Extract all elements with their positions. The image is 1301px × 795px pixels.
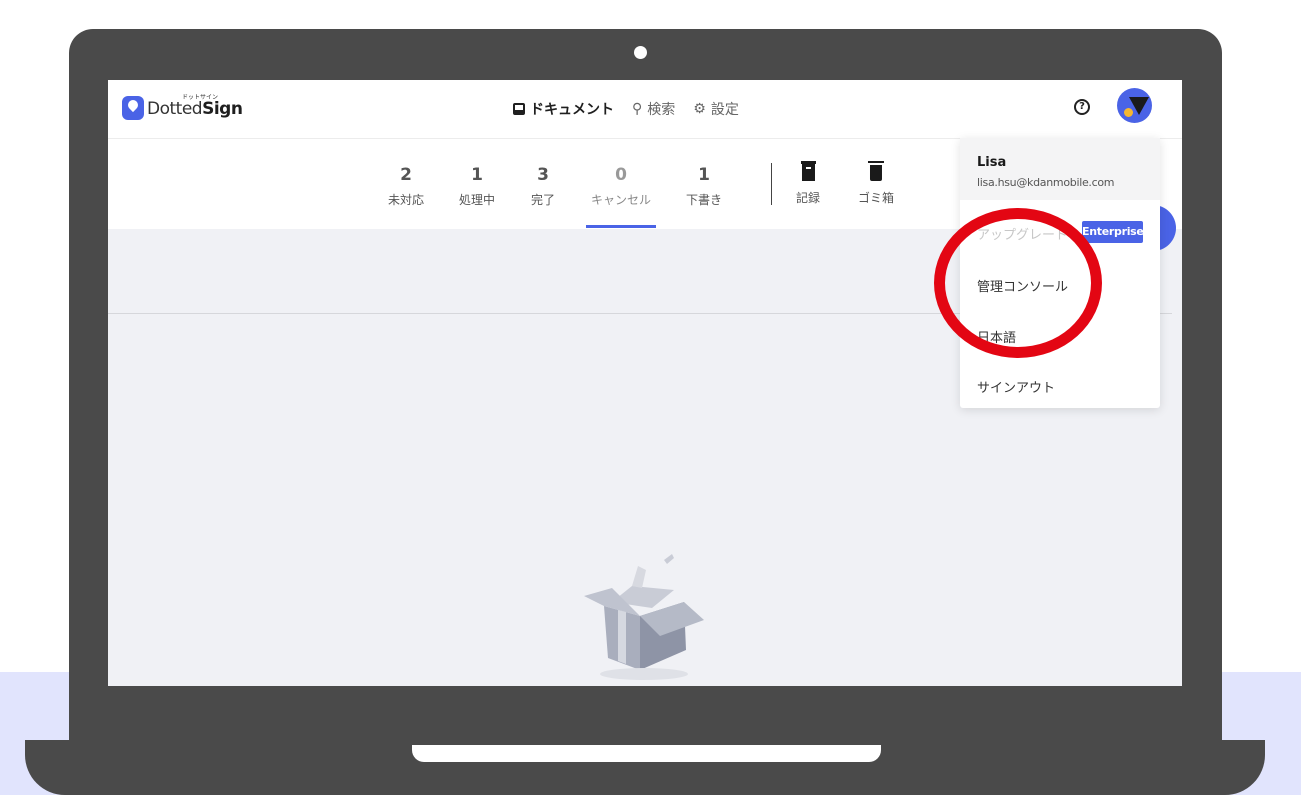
nav-settings[interactable]: ⚙ 設定	[693, 99, 739, 119]
archive-icon	[800, 161, 816, 181]
tab-completed-label: 完了	[530, 193, 556, 207]
nav-search[interactable]: ⚲ 検索	[632, 99, 675, 119]
tab-pending-label: 未対応	[387, 193, 425, 207]
empty-box-illustration	[584, 554, 704, 680]
gear-icon: ⚙	[693, 101, 706, 117]
user-info-header: Lisa lisa.hsu@kdanmobile.com	[960, 138, 1160, 200]
avatar-dot	[1124, 108, 1133, 117]
nav-settings-label: 設定	[710, 102, 739, 118]
nav-search-label: 検索	[647, 102, 676, 118]
menu-sign-out[interactable]: サインアウト	[977, 377, 1055, 396]
document-icon	[513, 103, 525, 115]
archive-label: 記録	[795, 191, 821, 205]
main-nav: ドキュメント ⚲ 検索 ⚙ 設定	[513, 99, 739, 119]
dottedsign-logo-icon	[122, 96, 144, 120]
nav-documents[interactable]: ドキュメント	[513, 99, 614, 119]
tab-pending-count: 2	[400, 165, 412, 185]
enterprise-badge: Enterprise	[1082, 221, 1144, 243]
user-email: lisa.hsu@kdanmobile.com	[977, 176, 1115, 189]
tab-completed-count: 3	[537, 165, 549, 185]
tab-completed[interactable]: 3 完了	[531, 165, 555, 208]
tab-cancelled-count: 0	[615, 165, 627, 185]
tab-drafts[interactable]: 1 下書き	[686, 165, 722, 208]
tab-in-progress-count: 1	[471, 165, 483, 185]
trash-label: ゴミ箱	[857, 191, 895, 205]
user-name: Lisa	[977, 155, 1007, 170]
tab-in-progress[interactable]: 1 処理中	[459, 165, 495, 208]
active-tab-indicator	[586, 225, 656, 228]
archive-button[interactable]: 記録	[796, 161, 820, 206]
tab-cancelled-label: キャンセル	[590, 193, 652, 207]
logo-wordmark: DottedSign	[147, 99, 243, 119]
highlight-circle-annotation	[934, 208, 1102, 358]
nav-documents-label: ドキュメント	[530, 102, 614, 118]
user-avatar[interactable]	[1117, 88, 1152, 123]
tab-drafts-label: 下書き	[685, 193, 723, 207]
trash-icon	[867, 161, 884, 181]
trash-button[interactable]: ゴミ箱	[858, 161, 894, 206]
tab-drafts-count: 1	[698, 165, 710, 185]
app-screen: ドットサイン DottedSign ドキュメント ⚲ 検索 ⚙ 設定 ? 2 未…	[108, 80, 1182, 686]
top-navbar: ドットサイン DottedSign ドキュメント ⚲ 検索 ⚙ 設定 ?	[108, 80, 1182, 139]
laptop-camera	[634, 46, 647, 59]
tab-pending[interactable]: 2 未対応	[388, 165, 424, 208]
help-icon[interactable]: ?	[1074, 99, 1090, 115]
tab-in-progress-label: 処理中	[458, 193, 496, 207]
laptop-notch	[412, 745, 881, 762]
search-icon: ⚲	[632, 101, 643, 117]
tab-separator	[771, 163, 772, 205]
tab-cancelled[interactable]: 0 キャンセル	[591, 165, 651, 208]
